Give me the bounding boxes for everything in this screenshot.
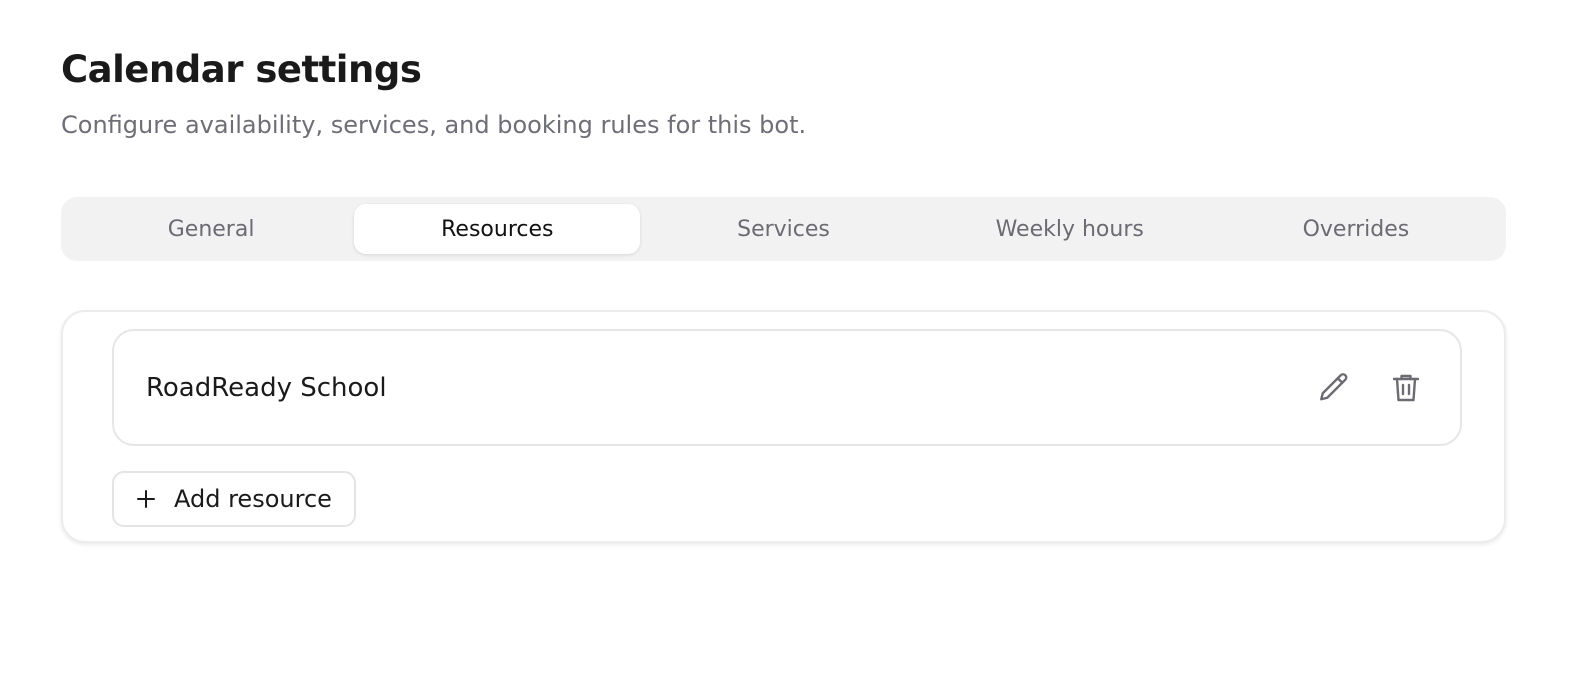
trash-icon bbox=[1392, 374, 1420, 401]
calendar-settings-page: Calendar settings Configure availability… bbox=[0, 0, 1594, 680]
settings-tabs: General Resources Services Weekly hours … bbox=[61, 197, 1506, 261]
resources-card: RoadReady School Add resource bbox=[61, 310, 1506, 543]
tab-resources[interactable]: Resources bbox=[354, 204, 641, 254]
edit-resource-button[interactable] bbox=[1312, 366, 1356, 410]
tab-weekly-hours[interactable]: Weekly hours bbox=[927, 204, 1213, 254]
page-subtitle: Configure availability, services, and bo… bbox=[61, 111, 807, 139]
pencil-icon bbox=[1320, 372, 1348, 400]
add-resource-label: Add resource bbox=[174, 485, 332, 513]
resource-item: RoadReady School bbox=[112, 329, 1462, 446]
resource-name: RoadReady School bbox=[146, 372, 387, 403]
tab-services[interactable]: Services bbox=[640, 204, 926, 254]
plus-icon bbox=[137, 490, 155, 508]
tab-overrides[interactable]: Overrides bbox=[1213, 204, 1499, 254]
add-resource-button[interactable]: Add resource bbox=[112, 471, 356, 527]
delete-resource-button[interactable] bbox=[1384, 366, 1428, 410]
tab-general[interactable]: General bbox=[68, 204, 354, 254]
page-title: Calendar settings bbox=[61, 48, 422, 91]
